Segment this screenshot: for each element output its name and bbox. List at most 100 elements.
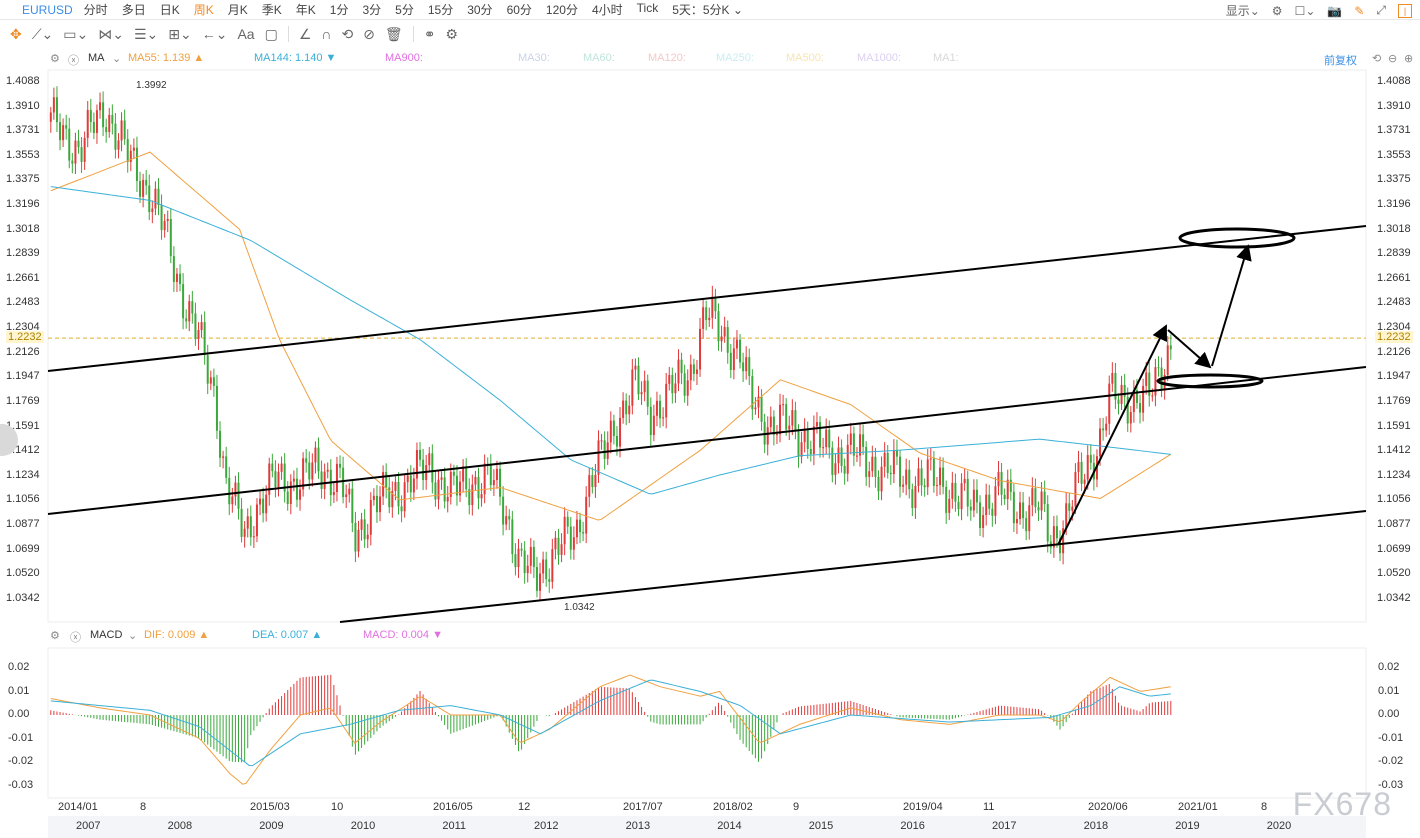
candle-body — [806, 428, 809, 449]
year-axis-label: 2007 — [76, 820, 101, 832]
candle-body — [914, 486, 917, 508]
candle-body — [1071, 506, 1074, 511]
candle-body — [215, 385, 218, 431]
candle-body — [957, 501, 960, 510]
candle-body — [1089, 455, 1092, 463]
year-axis-label: 2008 — [167, 820, 193, 832]
candle-body — [422, 459, 425, 480]
year-axis-label: 2015 — [808, 820, 834, 832]
candle-body — [563, 516, 566, 545]
candle-body — [403, 482, 406, 512]
price-axis-label-right: 1.1769 — [1377, 395, 1411, 408]
candle-body — [834, 463, 837, 475]
candle-body — [714, 296, 717, 312]
candle-body — [274, 471, 277, 488]
candle-body — [345, 494, 348, 498]
candle-body — [939, 467, 942, 486]
candle-body — [843, 465, 846, 474]
year-axis-label: 2011 — [442, 820, 467, 832]
candle-body — [683, 373, 686, 396]
macd-axis-label-right: 0.00 — [1378, 708, 1400, 720]
candle-body — [437, 479, 440, 500]
candle-body — [169, 219, 172, 257]
candle-body — [145, 179, 148, 186]
candle-body — [523, 550, 526, 574]
current-price-tag: 1.2232 — [1375, 331, 1413, 344]
candle-body — [394, 481, 397, 491]
candle-body — [440, 477, 443, 480]
candle-body — [932, 458, 935, 486]
candle-body — [397, 481, 400, 507]
candle-body — [77, 140, 80, 148]
price-axis-label-left: 1.0520 — [6, 567, 40, 580]
candle-body — [372, 495, 375, 501]
candle-body — [769, 416, 772, 428]
price-chart[interactable] — [0, 0, 1420, 838]
date-axis-label: 11 — [983, 801, 995, 813]
candle-body — [160, 204, 163, 231]
price-axis-label-left: 1.1769 — [6, 395, 40, 408]
price-axis-label-left: 1.3731 — [6, 124, 40, 137]
date-axis-label: 2021/01 — [1178, 801, 1218, 813]
candle-body — [655, 400, 658, 416]
candle-body — [1000, 472, 1003, 495]
candle-body — [348, 488, 351, 495]
low-price-label: 1.0342 — [564, 602, 595, 613]
candle-body — [139, 181, 142, 197]
candle-body — [1028, 505, 1031, 532]
candle-body — [295, 478, 298, 500]
price-axis-label-left: 1.2126 — [6, 345, 40, 358]
candle-body — [179, 273, 182, 285]
candle-body — [148, 185, 151, 213]
candle-body — [920, 468, 923, 486]
candle-body — [991, 508, 994, 516]
candle-body — [102, 102, 105, 128]
candle-body — [71, 160, 74, 164]
candle-body — [474, 476, 477, 485]
candle-body — [837, 447, 840, 464]
candle-body — [308, 462, 311, 480]
candle-body — [80, 147, 83, 162]
candle-body — [1025, 518, 1028, 532]
candle-body — [249, 516, 252, 538]
candle-body — [917, 468, 920, 487]
date-axis-label: 2017/07 — [623, 801, 663, 813]
candle-body — [459, 481, 462, 496]
date-axis-label: 8 — [1261, 801, 1268, 813]
candle-body — [702, 307, 705, 329]
macd-axis-label-right: 0.02 — [1378, 661, 1400, 673]
candle-body — [428, 453, 431, 466]
candle-body — [289, 481, 292, 504]
candle-body — [723, 327, 726, 337]
date-axis-label: 9 — [793, 801, 800, 813]
candle-body — [969, 506, 972, 511]
candle-body — [855, 455, 858, 457]
candle-body — [520, 548, 523, 551]
candle-body — [988, 494, 991, 509]
candle-body — [172, 256, 175, 282]
candle-body — [689, 364, 692, 381]
candle-body — [182, 284, 185, 319]
candle-body — [652, 415, 655, 435]
candle-body — [1040, 491, 1043, 511]
price-axis-label-right: 1.2839 — [1377, 247, 1411, 260]
candle-body — [828, 429, 831, 448]
candle-body — [902, 484, 905, 487]
candle-body — [1019, 502, 1022, 520]
candle-body — [1129, 412, 1132, 424]
candle-body — [972, 489, 975, 511]
candle-body — [622, 400, 625, 418]
watermark: FX678 — [1292, 786, 1392, 822]
candle-body — [369, 500, 372, 535]
candle-body — [526, 565, 529, 574]
candle-body — [979, 502, 982, 528]
year-axis-label: 2020 — [1266, 820, 1292, 832]
candle-body — [545, 559, 548, 580]
candle-body — [585, 496, 588, 534]
current-price-tag: 1.2232 — [6, 331, 44, 344]
candle-body — [517, 548, 520, 568]
candle-body — [631, 369, 634, 406]
candle-body — [634, 365, 637, 370]
candle-body — [1169, 345, 1172, 350]
candle-body — [62, 125, 65, 141]
